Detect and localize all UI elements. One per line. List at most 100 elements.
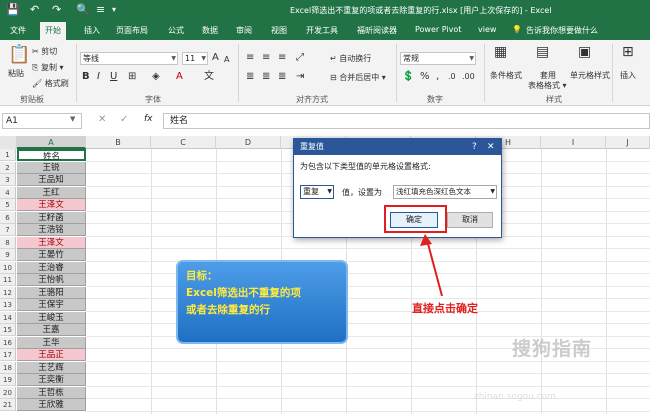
- name-cell[interactable]: 王欣雅: [17, 399, 86, 411]
- cancel-button[interactable]: 取消: [447, 212, 493, 228]
- column-header-d[interactable]: D: [216, 136, 281, 149]
- name-cell[interactable]: 王锐: [17, 161, 86, 174]
- fill-color-icon[interactable]: ◈: [152, 71, 160, 83]
- cut-button[interactable]: ✂ 剪切: [32, 46, 57, 57]
- name-cell[interactable]: 王艺辉: [17, 361, 86, 374]
- currency-icon[interactable]: 💲: [402, 71, 414, 83]
- menu-page-layout[interactable]: 页面布局: [116, 25, 148, 36]
- row-header[interactable]: 19: [0, 374, 16, 386]
- comma-button[interactable]: ,: [436, 71, 439, 83]
- font-name-select[interactable]: 等线 ▼: [80, 52, 178, 65]
- align-center-icon[interactable]: ≣: [262, 71, 270, 83]
- row-header[interactable]: 11: [0, 274, 16, 286]
- menu-view-en[interactable]: view: [478, 25, 496, 34]
- merge-center-button[interactable]: ⊟ 合并后居中 ▾: [330, 72, 386, 83]
- conditional-format-button[interactable]: 条件格式: [490, 70, 522, 81]
- shrink-font-button[interactable]: A: [224, 54, 229, 66]
- name-cell[interactable]: 王华: [17, 336, 86, 349]
- format-painter-button[interactable]: 🖌 格式刷: [32, 78, 69, 89]
- column-header-b[interactable]: B: [86, 136, 151, 149]
- wrap-text-button[interactable]: ↵ 自动换行: [330, 53, 371, 64]
- formula-input[interactable]: 姓名: [163, 113, 650, 129]
- format-style-select[interactable]: 浅红填充色深红色文本 ▼: [393, 185, 497, 199]
- overflow-icon[interactable]: ▾: [112, 3, 116, 17]
- row-header[interactable]: 17: [0, 349, 16, 361]
- customize-icon[interactable]: ≡: [96, 3, 105, 17]
- name-cell[interactable]: 王哲栋: [17, 386, 86, 399]
- italic-button[interactable]: I: [97, 71, 100, 83]
- header-cell[interactable]: 姓名: [17, 149, 86, 162]
- row-header[interactable]: 20: [0, 386, 16, 399]
- name-cell[interactable]: 王峻玉: [17, 311, 86, 324]
- align-left-icon[interactable]: ≣: [246, 71, 254, 83]
- number-format-select[interactable]: 常规 ▼: [400, 52, 476, 65]
- undo-icon[interactable]: ↶: [30, 3, 39, 17]
- paste-button[interactable]: 粘贴: [8, 68, 24, 79]
- chevron-down-icon[interactable]: ▼: [70, 115, 75, 123]
- name-cell[interactable]: 王浩铭: [17, 224, 86, 236]
- menu-view[interactable]: 视图: [271, 25, 287, 36]
- name-cell[interactable]: 王晏竹: [17, 249, 86, 261]
- underline-button[interactable]: U: [110, 71, 117, 83]
- menu-insert[interactable]: 插入: [84, 25, 100, 36]
- percent-button[interactable]: %: [420, 71, 430, 83]
- row-header[interactable]: 18: [0, 361, 16, 374]
- row-header[interactable]: 13: [0, 299, 16, 311]
- print-preview-icon[interactable]: 🔍: [76, 3, 90, 17]
- row-header[interactable]: 12: [0, 286, 16, 299]
- name-cell[interactable]: 王泽文: [17, 236, 86, 249]
- menu-file[interactable]: 文件: [10, 25, 26, 36]
- name-cell[interactable]: 王红: [17, 186, 86, 199]
- row-header[interactable]: 10: [0, 261, 16, 274]
- cell-styles-icon[interactable]: ▣: [578, 44, 591, 60]
- paste-icon[interactable]: 📋: [8, 44, 30, 65]
- row-header[interactable]: 21: [0, 399, 16, 411]
- row-header[interactable]: 3: [0, 174, 16, 186]
- orientation-icon[interactable]: ⤢: [296, 52, 304, 64]
- enter-icon[interactable]: ✓: [120, 114, 128, 125]
- name-cell[interactable]: 王品正: [17, 349, 86, 361]
- name-cell[interactable]: 王籽菡: [17, 211, 86, 224]
- name-cell[interactable]: 王怡帆: [17, 274, 86, 286]
- close-icon[interactable]: ✕: [487, 139, 495, 155]
- cancel-icon[interactable]: ✕: [98, 114, 106, 125]
- decrease-decimal-icon[interactable]: .00: [462, 71, 475, 83]
- help-icon[interactable]: ?: [472, 139, 477, 155]
- menu-home[interactable]: 开始: [40, 22, 66, 40]
- border-icon[interactable]: ⊞: [128, 71, 136, 83]
- align-bottom-icon[interactable]: ≡: [278, 52, 286, 64]
- row-header[interactable]: 6: [0, 211, 16, 224]
- name-cell[interactable]: 王泽文: [17, 199, 86, 211]
- name-cell[interactable]: 王品知: [17, 174, 86, 186]
- conditional-format-icon[interactable]: ▦: [494, 44, 507, 60]
- font-size-select[interactable]: 11 ▼: [182, 52, 208, 65]
- menu-power-pivot[interactable]: Power Pivot: [415, 25, 461, 34]
- row-header[interactable]: 5: [0, 199, 16, 211]
- insert-cells-button[interactable]: 插入: [620, 70, 636, 81]
- cell-styles-button[interactable]: 单元格样式: [570, 70, 610, 81]
- row-header[interactable]: 16: [0, 336, 16, 349]
- column-header-c[interactable]: C: [151, 136, 216, 149]
- name-cell[interactable]: 王骆阳: [17, 286, 86, 299]
- insert-function-icon[interactable]: fx: [144, 114, 153, 124]
- duplicate-type-select[interactable]: 重复 ▼: [300, 185, 334, 199]
- increase-decimal-icon[interactable]: .0: [448, 71, 456, 83]
- row-header[interactable]: 4: [0, 186, 16, 199]
- column-header-j[interactable]: J: [606, 136, 650, 149]
- align-top-icon[interactable]: ≡: [246, 52, 254, 64]
- menu-review[interactable]: 审阅: [236, 25, 252, 36]
- menu-foxit[interactable]: 福昕阅读器: [357, 25, 397, 36]
- insert-cells-icon[interactable]: ⊞: [622, 44, 634, 60]
- indent-icon[interactable]: ⇥: [296, 71, 304, 83]
- select-all-corner[interactable]: [0, 136, 17, 149]
- row-header[interactable]: 15: [0, 324, 16, 336]
- name-cell[interactable]: 王奕衡: [17, 374, 86, 386]
- redo-icon[interactable]: ↷: [52, 3, 61, 17]
- copy-button[interactable]: ⎘ 复制 ▾: [32, 62, 64, 73]
- phonetic-button[interactable]: 文: [204, 71, 214, 83]
- row-header[interactable]: 1: [0, 149, 16, 161]
- column-header-i[interactable]: I: [541, 136, 606, 149]
- name-cell[interactable]: 王嘉: [17, 324, 86, 336]
- format-table-icon[interactable]: ▤: [536, 44, 549, 60]
- menu-data[interactable]: 数据: [202, 25, 218, 36]
